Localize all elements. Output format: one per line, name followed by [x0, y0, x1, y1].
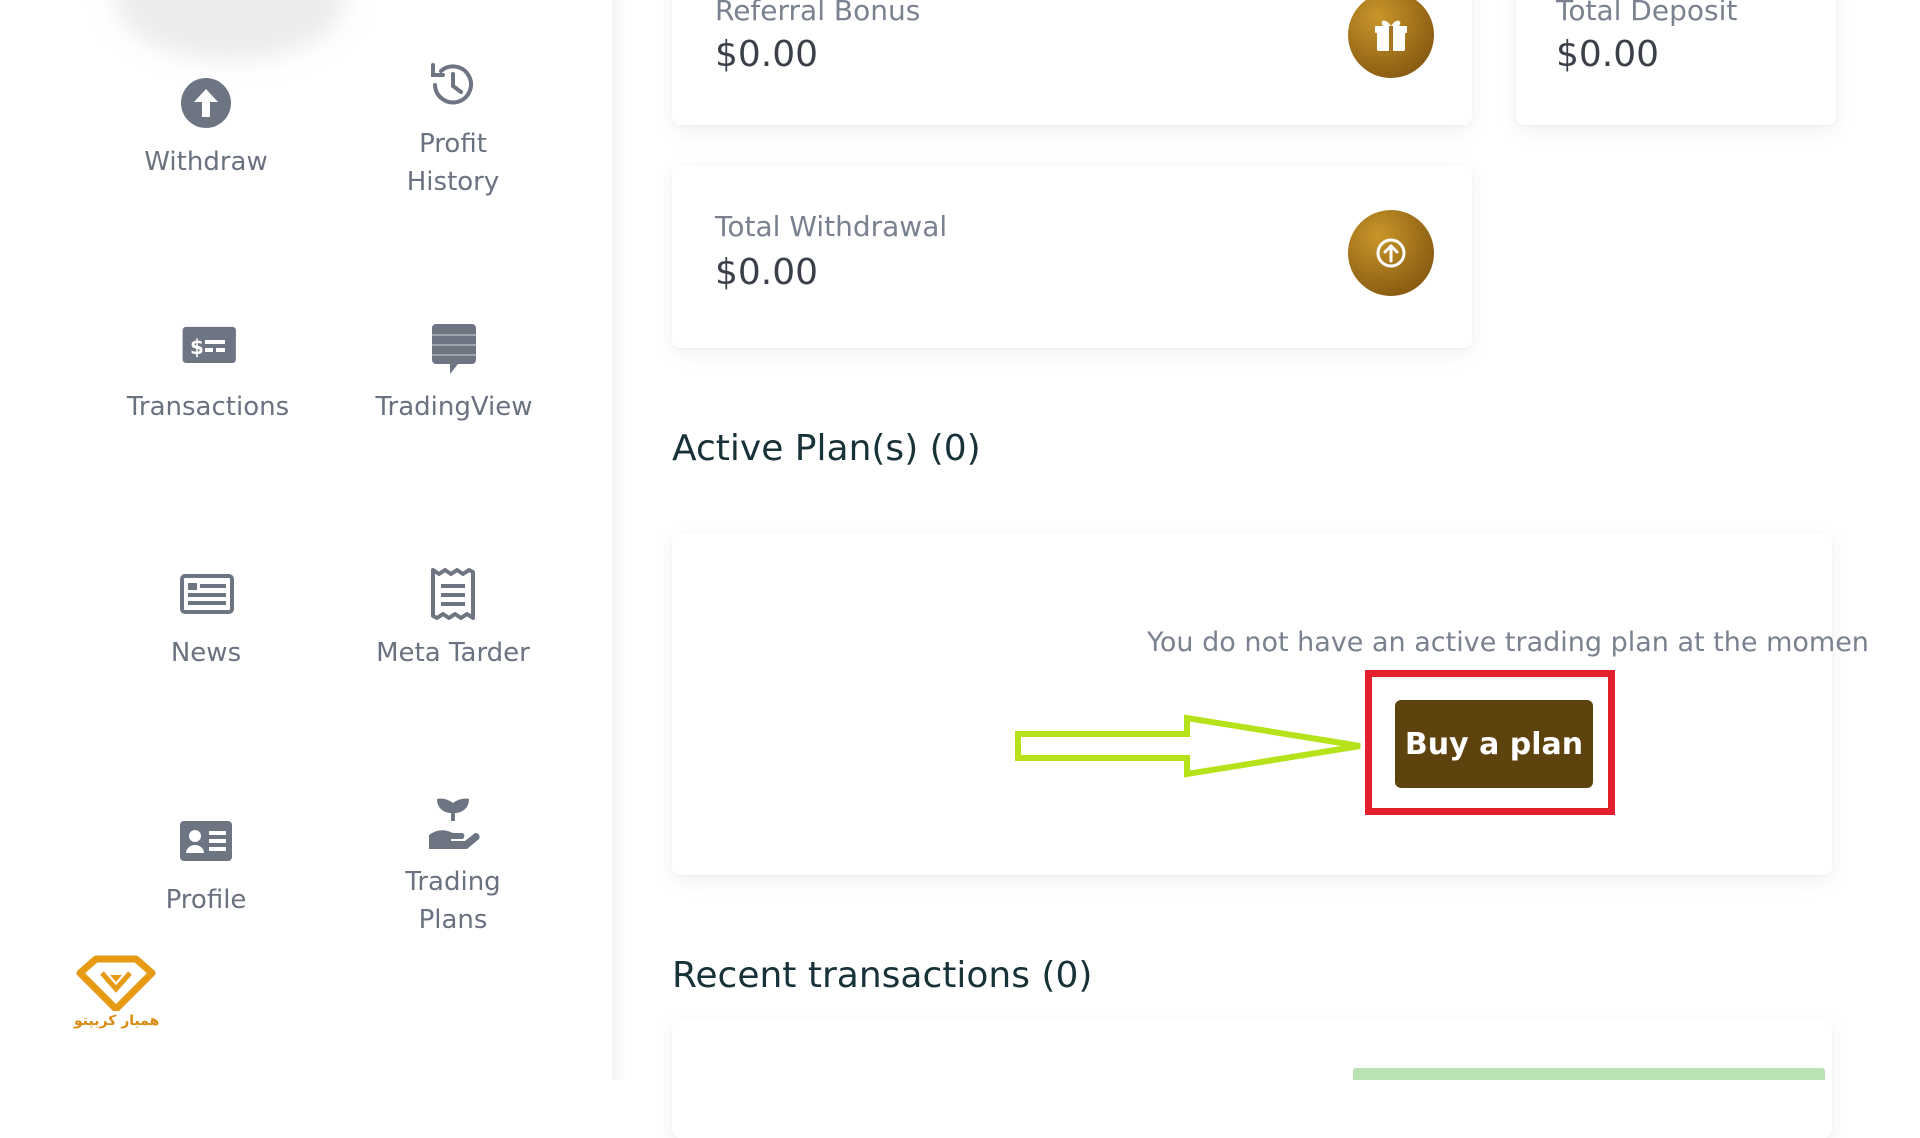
chat-bubble-icon	[426, 320, 482, 376]
arrow-up-circle-icon	[1348, 210, 1434, 296]
menu-item-trading-plans[interactable]: Trading Plans	[338, 795, 568, 939]
menu-item-news[interactable]: News	[91, 566, 321, 672]
menu-label: TradingView	[375, 392, 533, 422]
diamond-logo-icon	[76, 955, 156, 1011]
referral-bonus-label: Referral Bonus	[715, 0, 921, 27]
logo-text: همیار کریپتو	[74, 1013, 160, 1029]
menu-item-tradingview[interactable]: TradingView	[339, 320, 569, 426]
referral-bonus-value: $0.00	[715, 34, 819, 75]
id-card-icon	[178, 813, 234, 869]
seedling-hand-icon	[425, 795, 481, 851]
svg-text:$: $	[190, 335, 204, 359]
menu-item-profit-history[interactable]: Profit History	[338, 57, 568, 201]
watermark-logo: همیار کریپتو	[74, 955, 160, 1037]
menu-item-profile[interactable]: Profile	[91, 813, 321, 919]
total-deposit-value: $0.00	[1556, 34, 1660, 75]
annotation-arrow-icon	[1015, 714, 1361, 778]
receipt-icon	[425, 566, 481, 622]
total-deposit-card: Total Deposit $0.00	[1516, 0, 1836, 125]
menu-top-shadow	[115, 0, 345, 60]
active-plans-card: You do not have an active trading plan a…	[672, 533, 1869, 875]
menu-label: Profit	[419, 129, 487, 159]
menu-label: Trading	[405, 867, 501, 897]
total-withdrawal-card: Total Withdrawal $0.00	[672, 166, 1472, 348]
history-icon	[425, 57, 481, 113]
recent-transactions-title: Recent transactions (0)	[672, 955, 1093, 996]
highlight-box	[1365, 670, 1615, 815]
total-deposit-label: Total Deposit	[1556, 0, 1738, 27]
arrow-up-circle-icon	[178, 75, 234, 131]
sidebar-divider	[612, 0, 626, 1080]
referral-bonus-card: Referral Bonus $0.00	[672, 0, 1472, 125]
menu-item-transactions[interactable]: $ Transactions	[93, 320, 323, 426]
gift-icon	[1348, 0, 1434, 78]
total-withdrawal-label: Total Withdrawal	[715, 210, 948, 243]
menu-label: News	[170, 638, 242, 668]
menu-item-withdraw[interactable]: Withdraw	[91, 75, 321, 181]
menu-label: Transactions	[126, 392, 290, 422]
money-bill-icon: $	[180, 320, 236, 376]
newspaper-icon	[178, 566, 234, 622]
menu-label-line2: History	[406, 167, 500, 197]
total-withdrawal-value: $0.00	[715, 252, 819, 293]
menu-label-line2: Plans	[418, 905, 488, 935]
menu-label: Profile	[165, 885, 247, 915]
menu-item-meta-tarder[interactable]: Meta Tarder	[338, 566, 568, 672]
menu-label: Meta Tarder	[376, 638, 530, 668]
active-plans-title: Active Plan(s) (0)	[672, 428, 981, 469]
url-tooltip-strip	[1353, 1068, 1825, 1080]
no-active-plan-message: You do not have an active trading plan a…	[1147, 627, 1869, 658]
menu-label: Withdraw	[144, 147, 268, 177]
